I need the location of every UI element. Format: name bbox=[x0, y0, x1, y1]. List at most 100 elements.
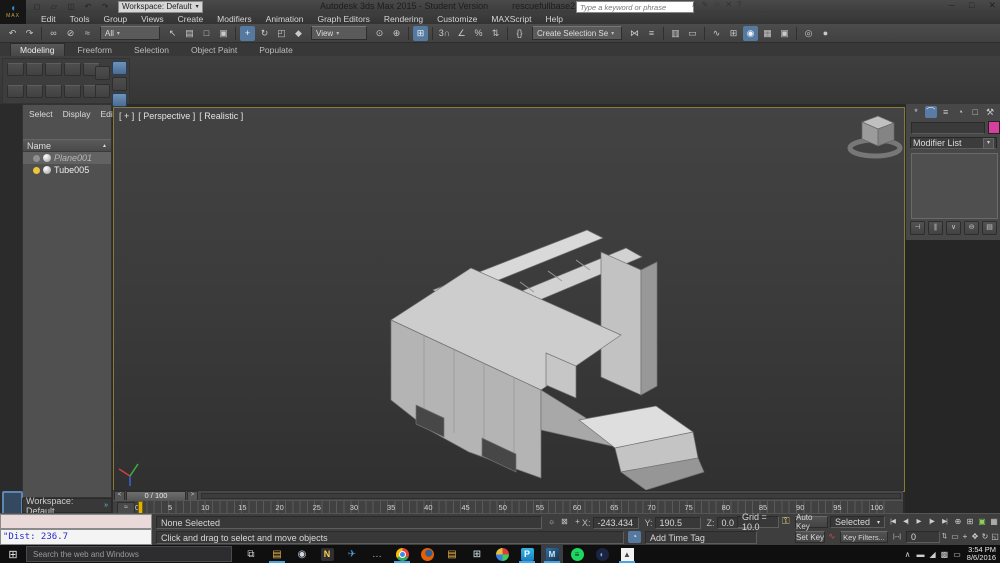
go-to-end-button[interactable]: ▶| bbox=[938, 516, 951, 528]
pan-hand-icon[interactable]: ✥ bbox=[970, 531, 980, 543]
spinner-snap-icon[interactable]: ⇅ bbox=[488, 26, 503, 41]
menu-item[interactable]: Rendering bbox=[377, 14, 430, 24]
rectangular-selection-region-icon[interactable]: □ bbox=[199, 26, 214, 41]
edit-named-selection-sets-icon[interactable]: {} bbox=[512, 26, 527, 41]
qat-redo-icon[interactable]: ↷ bbox=[99, 2, 111, 12]
perspective-viewport[interactable]: [ + ] [ Perspective ] [ Realistic ] bbox=[113, 107, 905, 492]
unlink-selection-icon[interactable]: ⊘ bbox=[63, 26, 78, 41]
set-key-button[interactable]: Set Key bbox=[795, 531, 825, 543]
key-filters-button[interactable]: Key Filters... bbox=[840, 531, 888, 543]
time-slider-track[interactable] bbox=[201, 493, 901, 499]
3ds-max-app-logo[interactable]: ◖ MAX bbox=[0, 0, 26, 24]
menu-item[interactable]: Animation bbox=[259, 14, 311, 24]
selected-set-dropdown[interactable]: Selected ▾ bbox=[830, 516, 885, 528]
taskbar-app[interactable]: ⊞ bbox=[466, 545, 488, 563]
ribbon-tab-modeling[interactable]: Modeling bbox=[10, 43, 65, 56]
docked-toolbar-handle[interactable] bbox=[2, 491, 23, 515]
taskbar-search-input[interactable]: Search the web and Windows bbox=[26, 546, 232, 562]
menu-item[interactable]: Edit bbox=[34, 14, 63, 24]
scene-object-row[interactable]: Plane001 bbox=[23, 152, 111, 164]
search-icon[interactable]: ⌕ bbox=[692, 0, 696, 10]
modifier-stack[interactable] bbox=[911, 153, 998, 219]
start-button[interactable]: ⊞ bbox=[0, 545, 26, 563]
sign-in-icon[interactable]: ✎ bbox=[701, 0, 708, 10]
make-unique-button[interactable]: ∨ bbox=[946, 221, 961, 235]
frame-spinner[interactable]: ⇅ bbox=[940, 531, 948, 543]
add-time-tag-field[interactable]: Add Time Tag bbox=[645, 531, 757, 544]
pm-toggle-mid-button[interactable] bbox=[112, 77, 127, 91]
pm-mini-button-2[interactable] bbox=[95, 84, 110, 98]
auto-key-button[interactable]: Auto Key bbox=[795, 516, 828, 528]
exchange-icon[interactable]: ✕ bbox=[725, 0, 732, 10]
select-and-move-icon[interactable]: + bbox=[240, 26, 255, 41]
mirror-icon[interactable]: ⋈ bbox=[627, 26, 642, 41]
x-coordinate-field[interactable]: -243.434 bbox=[593, 517, 639, 529]
expand-icon[interactable]: » bbox=[104, 502, 108, 509]
reference-coordinate-system-dropdown[interactable]: View▾ bbox=[311, 26, 367, 40]
taskbar-app[interactable]: … bbox=[366, 545, 388, 563]
macro-recorder-field[interactable] bbox=[0, 514, 152, 529]
name-column-header[interactable]: Name ▲ bbox=[23, 139, 111, 152]
orbit-icon[interactable]: ↻ bbox=[980, 531, 990, 543]
undo-icon[interactable]: ↶ bbox=[5, 26, 20, 41]
help-icon[interactable]: ? bbox=[737, 0, 741, 10]
menu-item[interactable]: Graph Editors bbox=[310, 14, 376, 24]
edge-subobject-button[interactable] bbox=[26, 63, 43, 76]
viewport-pov-menu[interactable]: [ Perspective ] bbox=[138, 111, 195, 121]
maxscript-mini-listener[interactable]: "Dist: 236.7 bbox=[0, 529, 152, 545]
menu-item[interactable]: Customize bbox=[430, 14, 484, 24]
border-subobject-button[interactable] bbox=[45, 63, 62, 76]
zoom-extents-icon[interactable]: ▣ bbox=[976, 516, 988, 528]
zoom-extents-all-icon[interactable]: ▦ bbox=[988, 516, 1000, 528]
viewport-shading-menu[interactable]: [ Realistic ] bbox=[199, 111, 243, 121]
taskbar-app[interactable]: ◉ bbox=[291, 545, 313, 563]
vertex-subobject-button[interactable] bbox=[7, 63, 24, 76]
taskbar-app[interactable]: ◐ bbox=[591, 545, 613, 563]
taskbar-app[interactable] bbox=[416, 545, 438, 563]
y-coordinate-field[interactable]: 190.5 bbox=[655, 517, 701, 529]
menu-item[interactable]: Views bbox=[134, 14, 171, 24]
pm-tool-button-3[interactable] bbox=[45, 85, 62, 98]
workspace-status-bar[interactable]: Workspace: Default » bbox=[22, 498, 112, 513]
menu-item[interactable]: Help bbox=[538, 14, 569, 24]
maximize-viewport-toggle-icon[interactable]: ◱ bbox=[990, 531, 1000, 543]
pm-tool-button-2[interactable] bbox=[26, 85, 43, 98]
selection-filter-dropdown[interactable]: All▾ bbox=[100, 26, 160, 40]
ribbon-tab-selection[interactable]: Selection bbox=[125, 44, 178, 56]
pm-tool-button-1[interactable] bbox=[7, 85, 24, 98]
menu-item[interactable]: Group bbox=[97, 14, 135, 24]
taskbar-app[interactable]: ✈ bbox=[341, 545, 363, 563]
menu-item[interactable]: Tools bbox=[63, 14, 97, 24]
qat-undo-icon[interactable]: ↶ bbox=[82, 2, 94, 12]
gpu-tray-icon[interactable]: ▩ bbox=[941, 550, 949, 559]
select-and-link-icon[interactable]: ∞ bbox=[46, 26, 61, 41]
zoom-icon[interactable]: ⊕ bbox=[952, 516, 964, 528]
utilities-tab[interactable]: ⚒ bbox=[984, 106, 996, 118]
open-file-icon[interactable]: ▱ bbox=[48, 2, 60, 12]
create-tab[interactable]: * bbox=[910, 106, 922, 118]
new-scene-icon[interactable]: ◻ bbox=[31, 2, 43, 12]
go-to-start-button[interactable]: |◀ bbox=[886, 516, 899, 528]
redo-icon[interactable]: ↷ bbox=[22, 26, 37, 41]
maximize-button[interactable]: □ bbox=[969, 0, 974, 11]
remove-modifier-button[interactable]: ⊖ bbox=[964, 221, 979, 235]
toggle-scene-explorer-icon[interactable]: ▥ bbox=[668, 26, 683, 41]
menu-item[interactable]: MAXScript bbox=[484, 14, 538, 24]
hierarchy-tab[interactable]: ≡ bbox=[940, 106, 952, 118]
scene-object-row[interactable]: Tube005 bbox=[23, 164, 111, 176]
select-by-name-icon[interactable]: ▤ bbox=[182, 26, 197, 41]
menu-item[interactable]: Modifiers bbox=[210, 14, 258, 24]
align-icon[interactable]: ≡ bbox=[644, 26, 659, 41]
fire-truck-model[interactable] bbox=[114, 108, 904, 490]
previous-frame-button[interactable]: ◀| bbox=[899, 516, 912, 528]
taskbar-app[interactable]: M bbox=[541, 545, 563, 563]
taskbar-app[interactable]: P bbox=[516, 545, 538, 563]
taskbar-app[interactable]: ▤ bbox=[266, 545, 288, 563]
render-production-icon[interactable]: ● bbox=[818, 26, 833, 41]
keyboard-shortcut-override-icon[interactable]: ⊞ bbox=[413, 26, 428, 41]
select-and-place-icon[interactable]: ◆ bbox=[291, 26, 306, 41]
pm-mini-button-1[interactable] bbox=[95, 66, 110, 80]
next-frame-button[interactable]: |▶ bbox=[925, 516, 938, 528]
named-selection-sets-dropdown[interactable]: Create Selection Se▾ bbox=[532, 26, 622, 40]
schematic-view-icon[interactable]: ⊞ bbox=[726, 26, 741, 41]
